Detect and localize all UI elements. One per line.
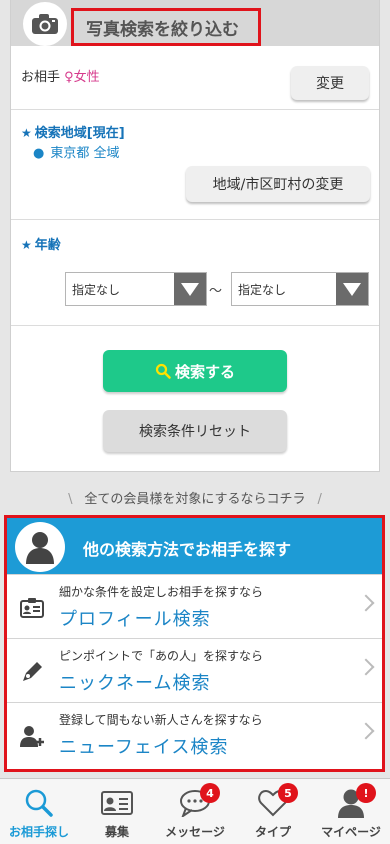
area-label: ★ 検索地域[現在] [21, 126, 125, 141]
filter-card: 写真検索を絞り込む お相手 ♀女性 変更 ★ 検索地域[現在] ● 東京都 全域 地… [10, 0, 380, 472]
type-badge: 5 [278, 783, 298, 803]
chevron-right-icon [357, 722, 375, 740]
newface-search-row[interactable]: 登録して間もない新人さんを探すなら ニューフェイス検索 [7, 702, 382, 766]
other-search-header: 他の検索方法でお相手を探す [7, 518, 382, 574]
avatar-icon [15, 522, 65, 572]
change-partner-button[interactable]: 変更 [291, 66, 369, 100]
star-icon: ★ [21, 238, 32, 252]
tab-messages[interactable]: 4 メッセージ [156, 779, 234, 844]
tab-type[interactable]: 5 タイプ [234, 779, 312, 844]
search-icon [155, 363, 171, 379]
profile-card-icon [19, 595, 45, 621]
age-min-select[interactable]: 指定なし [65, 272, 207, 306]
tab-search[interactable]: お相手探し [0, 779, 78, 844]
profile-search-row[interactable]: 細かな条件を設定しお相手を探すなら プロフィール検索 [7, 574, 382, 638]
tab-recruit[interactable]: 募集 [78, 779, 156, 844]
add-user-icon [19, 723, 45, 749]
partner-label: お相手 ♀女性 [21, 70, 100, 85]
slash-decoration: / [317, 492, 322, 507]
camera-icon [23, 2, 67, 46]
bullet-icon: ● [33, 146, 45, 161]
message-badge: 4 [200, 783, 220, 803]
search-icon [21, 787, 57, 819]
reset-button[interactable]: 検索条件リセット [103, 410, 287, 452]
star-icon: ★ [21, 126, 32, 140]
chevron-down-icon [336, 273, 368, 305]
age-separator: 〜 [209, 284, 223, 299]
all-members-link[interactable]: \ 全ての会員様を対象にするならコチラ / [0, 488, 390, 507]
age-max-select[interactable]: 指定なし [231, 272, 369, 306]
search-button[interactable]: 検索する [103, 350, 287, 392]
age-label: ★ 年齢 [21, 238, 61, 253]
chevron-down-icon [174, 273, 206, 305]
tab-mypage[interactable]: ! マイページ [312, 779, 390, 844]
chevron-right-icon [357, 658, 375, 676]
mypage-badge: ! [356, 783, 376, 803]
id-card-icon [99, 787, 135, 819]
area-value: ● 東京都 全域 [33, 146, 120, 161]
slash-decoration: \ [68, 492, 73, 507]
bottom-tab-bar: お相手探し 募集 4 メッセージ 5 タイプ ! マイページ [0, 778, 390, 844]
other-search-title: 他の検索方法でお相手を探す [83, 540, 292, 559]
change-area-button[interactable]: 地域/市区町村の変更 [186, 166, 370, 202]
other-search-panel: 他の検索方法でお相手を探す 細かな条件を設定しお相手を探すなら プロフィール検索… [4, 515, 385, 772]
nickname-search-row[interactable]: ピンポイントで「あの人」を探すなら ニックネーム検索 [7, 638, 382, 702]
pen-icon [19, 659, 45, 685]
filter-header: 写真検索を絞り込む [11, 0, 379, 46]
page-title: 写真検索を絞り込む [71, 8, 261, 46]
chevron-right-icon [357, 594, 375, 612]
gender-value: ♀女性 [64, 70, 100, 85]
